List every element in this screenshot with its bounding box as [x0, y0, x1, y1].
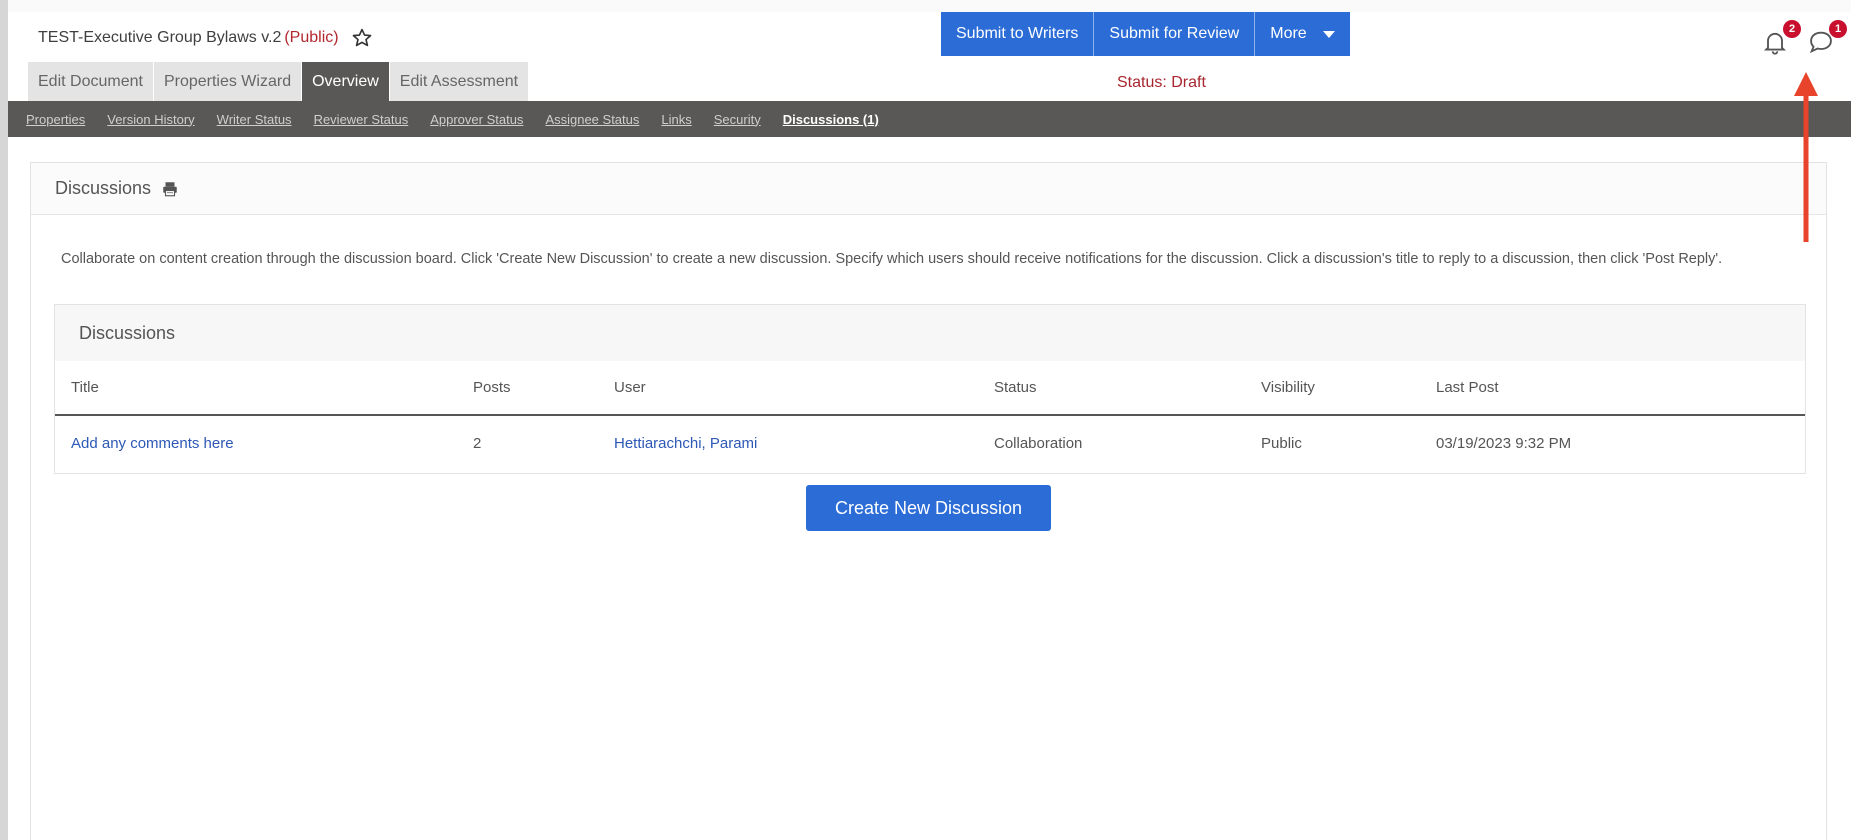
submit-to-writers-button[interactable]: Submit to Writers	[941, 12, 1095, 56]
window-left-edge	[0, 0, 8, 840]
favorite-star-icon[interactable]	[351, 27, 373, 49]
document-tabs: Edit Document Properties Wizard Overview…	[28, 62, 530, 101]
discussion-last-post: 03/19/2023 9:32 PM	[1436, 435, 1572, 452]
col-posts[interactable]: Posts	[473, 361, 614, 416]
document-title-text: TEST-Executive Group Bylaws v.2	[38, 29, 282, 46]
discussion-status: Collaboration	[994, 435, 1083, 452]
discussions-table-box: Discussions Title Posts User Status Visi…	[54, 304, 1806, 474]
subnav-links[interactable]: Links	[661, 112, 691, 127]
document-title: TEST-Executive Group Bylaws v.2 (Public)	[38, 27, 373, 49]
notifications-button[interactable]: 2	[1761, 20, 1801, 56]
panel-header: Discussions	[31, 163, 1826, 215]
annotation-arrow	[1794, 72, 1818, 242]
tab-edit-assessment[interactable]: Edit Assessment	[389, 62, 530, 101]
tab-properties-wizard[interactable]: Properties Wizard	[153, 62, 303, 101]
table-header-row: Title Posts User Status Visibility Last …	[55, 361, 1805, 416]
action-button-group: Submit to Writers Submit for Review More	[941, 12, 1350, 56]
more-dropdown-button[interactable]: More	[1255, 12, 1350, 56]
discussion-title-link[interactable]: Add any comments here	[71, 435, 234, 452]
col-visibility[interactable]: Visibility	[1261, 361, 1436, 416]
discussions-box-title: Discussions	[55, 305, 1805, 361]
discussions-panel: Discussions Collaborate on content creat…	[30, 162, 1827, 840]
caret-down-icon	[1322, 30, 1335, 38]
tab-overview[interactable]: Overview	[302, 62, 390, 101]
col-user[interactable]: User	[614, 361, 994, 416]
discussions-notify-button[interactable]: 1	[1807, 20, 1847, 56]
overview-subnav: Properties Version History Writer Status…	[8, 101, 1851, 137]
col-title[interactable]: Title	[55, 361, 473, 416]
submit-for-review-button[interactable]: Submit for Review	[1094, 12, 1256, 56]
visibility-label: (Public)	[284, 29, 339, 46]
discussion-posts: 2	[473, 435, 482, 452]
create-new-discussion-button[interactable]: Create New Discussion	[806, 485, 1051, 531]
subnav-version-history[interactable]: Version History	[107, 112, 194, 127]
subnav-writer-status[interactable]: Writer Status	[217, 112, 292, 127]
subnav-discussions[interactable]: Discussions (1)	[783, 112, 879, 127]
subnav-reviewer-status[interactable]: Reviewer Status	[314, 112, 409, 127]
tab-edit-document[interactable]: Edit Document	[28, 62, 154, 101]
discussions-table: Title Posts User Status Visibility Last …	[55, 361, 1805, 471]
intro-text: Collaborate on content creation through …	[61, 251, 1723, 267]
window-top-edge	[8, 0, 1851, 12]
panel-title: Discussions	[55, 178, 152, 198]
chat-badge: 1	[1829, 20, 1847, 38]
discussion-visibility: Public	[1261, 435, 1302, 452]
table-row: Add any comments here 2 Hettiarachchi, P…	[55, 415, 1805, 471]
bell-badge: 2	[1783, 20, 1801, 38]
more-label: More	[1270, 25, 1307, 42]
col-last-post[interactable]: Last Post	[1436, 361, 1805, 416]
subnav-approver-status[interactable]: Approver Status	[430, 112, 523, 127]
discussion-user-link[interactable]: Hettiarachchi, Parami	[614, 435, 757, 452]
col-status[interactable]: Status	[994, 361, 1261, 416]
subnav-properties[interactable]: Properties	[26, 112, 85, 127]
printer-icon[interactable]	[161, 180, 179, 198]
subnav-security[interactable]: Security	[714, 112, 761, 127]
document-status: Status: Draft	[1117, 74, 1206, 91]
subnav-assignee-status[interactable]: Assignee Status	[545, 112, 639, 127]
